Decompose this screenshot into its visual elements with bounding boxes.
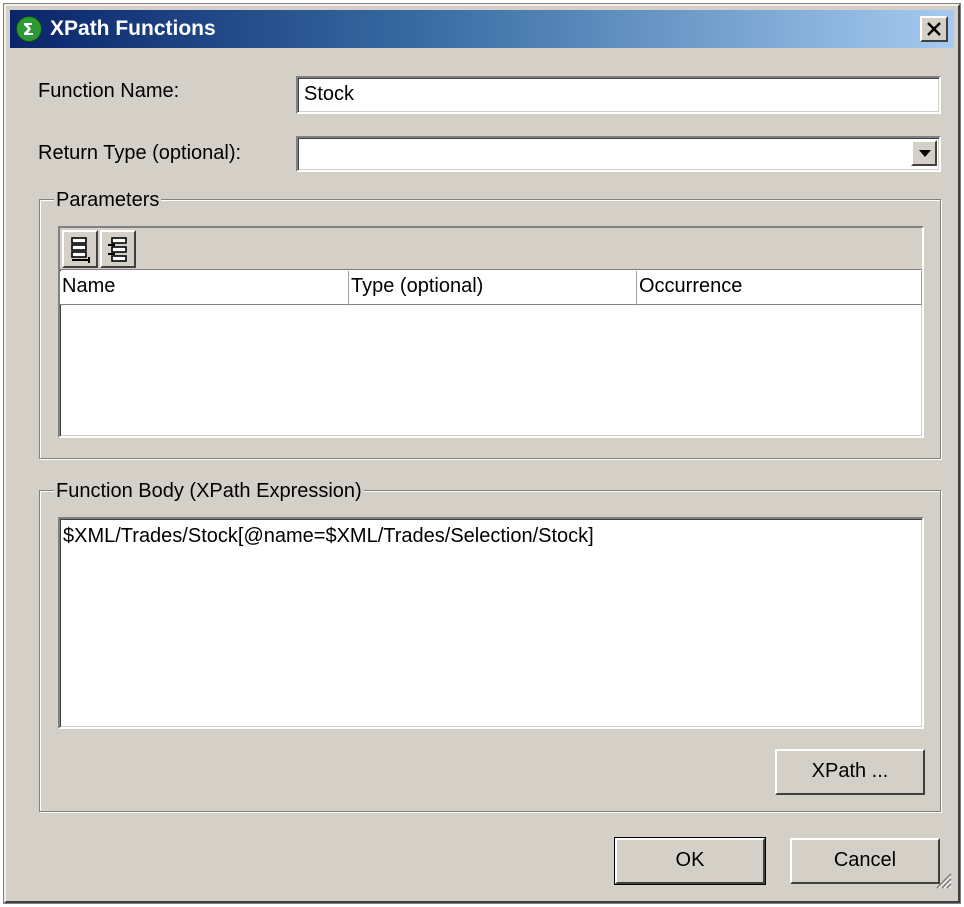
parameters-list-body[interactable]: [60, 305, 922, 436]
return-type-dropdown-button[interactable]: [911, 140, 937, 166]
xpath-functions-dialog: XPath Functions Function Name: Stock Ret…: [4, 4, 960, 903]
xpath-builder-button[interactable]: XPath ...: [775, 749, 925, 795]
xpath-expression-editor[interactable]: $XML/Trades/Stock[@name=$XML/Trades/Sele…: [58, 517, 924, 729]
ok-button-label: OK: [675, 849, 705, 871]
insert-parameter-icon: [108, 237, 127, 262]
cancel-button-label: Cancel: [833, 849, 897, 871]
function-name-label: Function Name:: [38, 80, 180, 102]
xpath-builder-button-label: XPath ...: [811, 760, 889, 782]
parameters-toolbar: [60, 228, 922, 270]
xpath-function-icon: [16, 16, 42, 42]
close-button[interactable]: [920, 16, 948, 42]
function-name-value: Stock: [304, 83, 355, 105]
parameters-group-label: Parameters: [54, 189, 162, 212]
append-parameter-icon: [71, 237, 90, 263]
title-bar[interactable]: XPath Functions: [10, 10, 954, 48]
parameters-header-row: Name Type (optional) Occurrence: [60, 271, 922, 305]
column-header-occurrence[interactable]: Occurrence: [637, 271, 922, 305]
chevron-down-icon: [919, 150, 931, 157]
xpath-expression-text: $XML/Trades/Stock[@name=$XML/Trades/Sele…: [63, 525, 594, 547]
parameters-table: Name Type (optional) Occurrence: [58, 226, 924, 438]
return-type-label: Return Type (optional):: [38, 142, 242, 164]
resize-grip-icon[interactable]: [934, 871, 952, 895]
ok-button[interactable]: OK: [615, 838, 765, 884]
window-title: XPath Functions: [50, 17, 216, 40]
column-header-name[interactable]: Name: [60, 271, 349, 305]
append-parameter-button[interactable]: [62, 230, 98, 268]
column-header-type[interactable]: Type (optional): [349, 271, 637, 305]
close-icon: [927, 22, 941, 36]
function-name-field[interactable]: Stock: [296, 76, 941, 114]
cancel-button[interactable]: Cancel: [790, 838, 940, 884]
function-body-group-label: Function Body (XPath Expression): [54, 480, 364, 503]
insert-parameter-button[interactable]: [100, 230, 136, 268]
return-type-combo[interactable]: [296, 136, 941, 172]
